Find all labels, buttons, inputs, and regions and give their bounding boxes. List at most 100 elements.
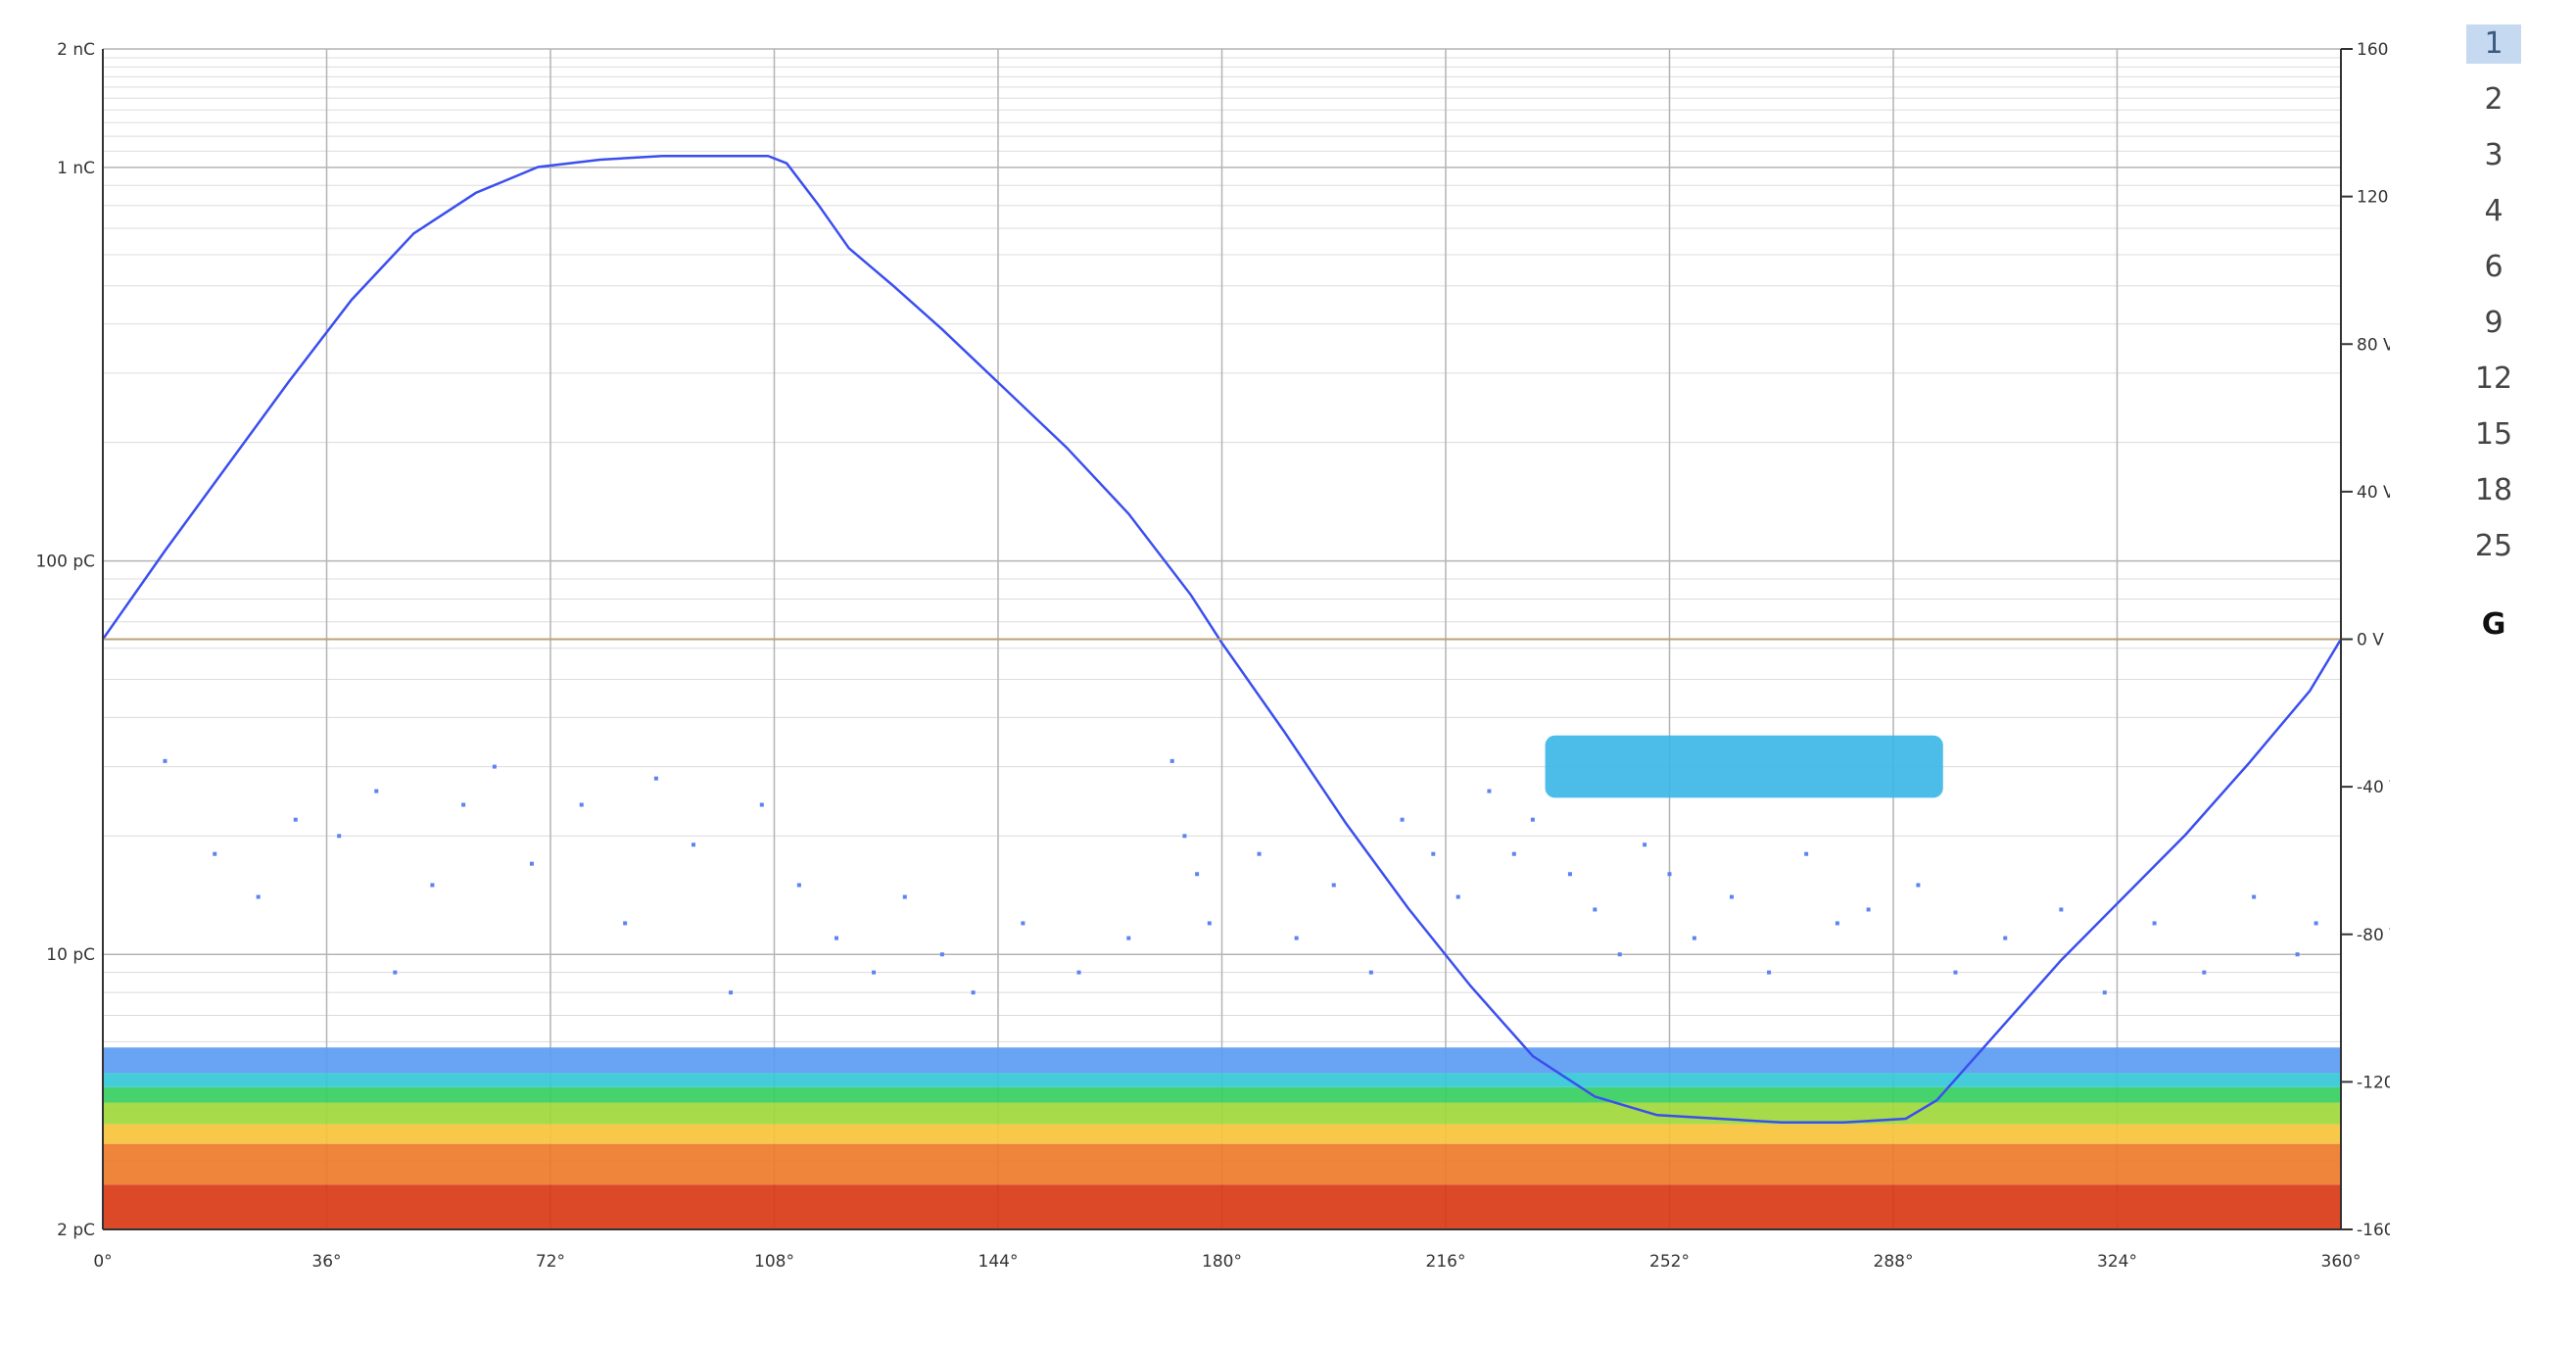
y-right-tick-label: 160 V bbox=[2357, 40, 2390, 60]
y-right-tick-label: -80 V bbox=[2357, 926, 2390, 945]
scatter-point bbox=[1487, 789, 1492, 793]
scatter-point bbox=[461, 802, 466, 807]
scatter-point bbox=[623, 921, 628, 926]
density-band bbox=[103, 1124, 2341, 1144]
x-tick-label: 0° bbox=[93, 1252, 112, 1272]
scatter-point bbox=[1294, 936, 1299, 940]
scatter-point bbox=[1257, 851, 1262, 856]
scatter-point bbox=[872, 970, 877, 975]
channel-item-2[interactable]: 2 bbox=[2466, 80, 2521, 120]
scatter-point bbox=[374, 789, 379, 793]
channel-item-25[interactable]: 25 bbox=[2466, 527, 2521, 566]
density-band bbox=[103, 1102, 2341, 1125]
scatter-point bbox=[653, 776, 658, 781]
scatter-point bbox=[1729, 894, 1734, 899]
scatter-point bbox=[691, 842, 695, 847]
scatter-point bbox=[1455, 894, 1460, 899]
channel-item-9[interactable]: 9 bbox=[2466, 304, 2521, 343]
scatter-point bbox=[213, 851, 217, 856]
scatter-point bbox=[337, 834, 342, 839]
scatter-point bbox=[1567, 872, 1572, 877]
x-tick-label: 144° bbox=[978, 1252, 1019, 1272]
scatter-point bbox=[971, 990, 976, 995]
scatter-point bbox=[1368, 970, 1373, 975]
channel-item-18[interactable]: 18 bbox=[2466, 471, 2521, 510]
scatter-point bbox=[529, 861, 534, 866]
y-right-tick-label: 120 V bbox=[2357, 188, 2390, 208]
scatter-point bbox=[1835, 921, 1839, 926]
scatter-point bbox=[256, 894, 261, 899]
y-right-tick-label: 80 V bbox=[2357, 335, 2390, 355]
scatter-point bbox=[1643, 842, 1647, 847]
scatter-point bbox=[1953, 970, 1958, 975]
x-tick-label: 216° bbox=[1426, 1252, 1466, 1272]
channel-item-3[interactable]: 3 bbox=[2466, 136, 2521, 175]
y-left-tick-label: 100 pC bbox=[35, 553, 95, 572]
scatter-point bbox=[2102, 990, 2107, 995]
x-tick-label: 360° bbox=[2321, 1252, 2361, 1272]
channel-item-4[interactable]: 4 bbox=[2466, 192, 2521, 231]
scatter-point bbox=[2152, 921, 2157, 926]
scatter-point bbox=[579, 802, 584, 807]
y-right-tick-label: 40 V bbox=[2357, 483, 2390, 503]
channel-item-6[interactable]: 6 bbox=[2466, 248, 2521, 287]
scatter-point bbox=[834, 936, 838, 940]
density-band bbox=[103, 1086, 2341, 1103]
scatter-point bbox=[1021, 921, 1026, 926]
scatter-point bbox=[1511, 851, 1516, 856]
scatter-point bbox=[2314, 921, 2318, 926]
phase-resolved-pd-chart: 0° 36° 72° 108° 144° 180° 216° 252° 288° 324° 360°… bbox=[35, 40, 2390, 1272]
pd-cluster-region bbox=[1545, 735, 1943, 798]
scatter-point bbox=[2003, 936, 2008, 940]
scatter-point bbox=[1331, 883, 1336, 888]
scatter-point bbox=[492, 764, 497, 769]
scatter-point bbox=[2252, 894, 2257, 899]
x-tick-label: 108° bbox=[754, 1252, 794, 1272]
channel-item-12[interactable]: 12 bbox=[2466, 360, 2521, 399]
density-band bbox=[103, 1047, 2341, 1074]
channel-item-ground[interactable]: G bbox=[2466, 605, 2521, 645]
x-tick-label: 72° bbox=[536, 1252, 565, 1272]
scatter-point bbox=[1431, 851, 1436, 856]
scatter-point bbox=[1195, 872, 1200, 877]
y-left-tick-label: 1 nC bbox=[57, 159, 95, 178]
y-left-tick-label: 2 pC bbox=[57, 1221, 95, 1240]
x-tick-label: 36° bbox=[311, 1252, 341, 1272]
scatter-point bbox=[393, 970, 398, 975]
scatter-point bbox=[1076, 970, 1081, 975]
scatter-point bbox=[1126, 936, 1131, 940]
scatter-point bbox=[902, 894, 907, 899]
x-tick-label: 324° bbox=[2097, 1252, 2137, 1272]
scatter-point bbox=[1593, 907, 1598, 912]
channel-item-15[interactable]: 15 bbox=[2466, 415, 2521, 455]
scatter-point bbox=[293, 817, 298, 822]
y-right-tick-label: -120 V bbox=[2357, 1073, 2390, 1092]
scatter-point bbox=[939, 952, 944, 957]
channel-selector: 1 2 3 4 6 9 12 15 18 25 G bbox=[2449, 24, 2537, 661]
scatter-point bbox=[1916, 883, 1921, 888]
scatter-point bbox=[1207, 921, 1212, 926]
pd-cluster bbox=[1545, 735, 1943, 798]
density-band bbox=[103, 1073, 2341, 1087]
density-band bbox=[103, 1184, 2341, 1229]
scatter-point bbox=[1169, 758, 1174, 763]
scatter-point bbox=[729, 990, 734, 995]
scatter-point bbox=[430, 883, 435, 888]
x-tick-label: 288° bbox=[1874, 1252, 1914, 1272]
scatter-point bbox=[1400, 817, 1405, 822]
scatter-point bbox=[1182, 834, 1187, 839]
scatter-point bbox=[2202, 970, 2207, 975]
y-right-tick-label: 0 V bbox=[2357, 631, 2384, 650]
scatter-point bbox=[1530, 817, 1535, 822]
channel-item-1[interactable]: 1 bbox=[2466, 24, 2521, 64]
x-tick-label: 180° bbox=[1202, 1252, 1242, 1272]
scatter-point bbox=[2059, 907, 2064, 912]
density-band bbox=[103, 1143, 2341, 1185]
x-tick-label: 252° bbox=[1649, 1252, 1690, 1272]
scatter-point bbox=[1804, 851, 1809, 856]
scatter-point bbox=[1692, 936, 1696, 940]
y-right-tick-label: -40 V bbox=[2357, 778, 2390, 797]
y-left-tick-label: 2 nC bbox=[57, 40, 95, 60]
scatter-point bbox=[1767, 970, 1772, 975]
scatter-point bbox=[2295, 952, 2300, 957]
